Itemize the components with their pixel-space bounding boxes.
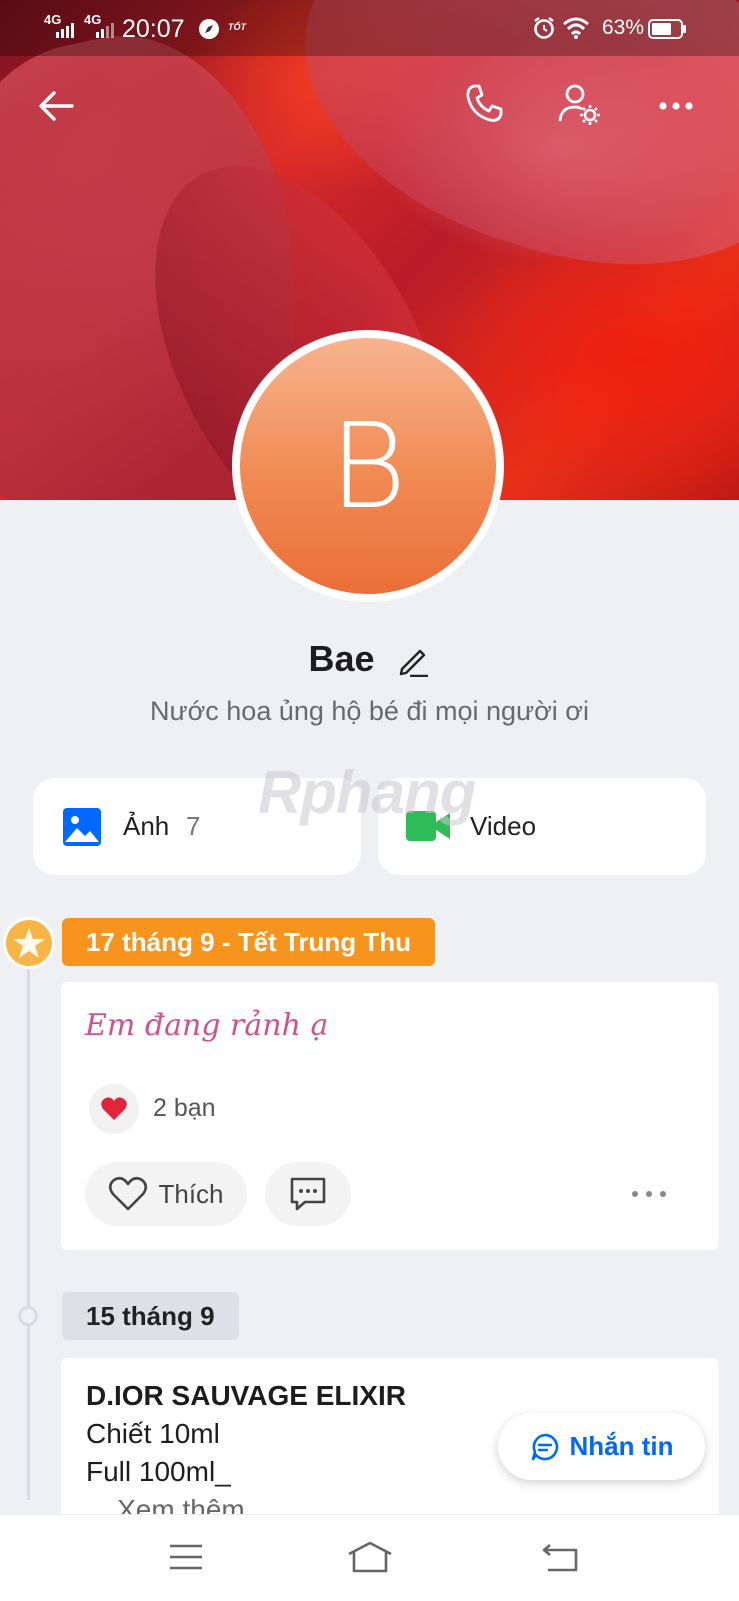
pencil-icon xyxy=(399,650,428,678)
profile-name-row: Bae xyxy=(0,638,739,680)
user-settings-icon xyxy=(558,84,600,125)
date-tag: 15 tháng 9 xyxy=(62,1292,239,1340)
message-button[interactable]: Nhắn tin xyxy=(498,1413,705,1480)
timeline-dot xyxy=(18,1306,38,1326)
more-options-button[interactable] xyxy=(652,82,700,130)
alarm-icon xyxy=(534,17,554,39)
profile-name: Bae xyxy=(308,638,375,679)
reaction-badge[interactable] xyxy=(89,1084,139,1134)
menu-icon xyxy=(170,1544,202,1570)
profile-settings-button[interactable] xyxy=(556,80,604,128)
home-button[interactable] xyxy=(342,1533,398,1581)
photos-count: 7 xyxy=(186,811,201,841)
post-text: Em đang rảnh ạ xyxy=(85,1008,329,1043)
avatar[interactable]: B xyxy=(232,330,504,602)
compass-icon xyxy=(199,19,219,39)
avatar-letter: B xyxy=(240,338,496,594)
post-line: Chiết 10ml xyxy=(86,1418,220,1449)
timeline-line xyxy=(27,940,30,1500)
like-label: Thích xyxy=(158,1178,224,1209)
post-line: Full 100ml_ xyxy=(86,1456,231,1487)
return-icon xyxy=(542,1544,578,1572)
star-icon xyxy=(13,928,45,958)
signal-icon xyxy=(56,23,74,38)
more-horizontal-icon xyxy=(632,1191,666,1197)
message-button-label: Nhắn tin xyxy=(569,1431,674,1461)
heart-outline-icon xyxy=(109,1176,148,1211)
videos-label: Video xyxy=(470,811,537,841)
arrow-left-icon xyxy=(39,91,74,121)
profile-bio: Nước hoa ủng hộ bé đi mọi người ơi xyxy=(150,696,589,726)
carrier-tag: TỐT xyxy=(228,22,246,32)
system-back-button[interactable] xyxy=(534,1533,586,1581)
status-bar: 4G 4G 20:07 TỐT 63% xyxy=(0,0,739,56)
edit-name-button[interactable] xyxy=(395,643,431,679)
phone-icon xyxy=(466,84,503,122)
chat-bubble-icon xyxy=(531,1433,558,1460)
battery-icon xyxy=(648,19,686,39)
battery-percent: 63% xyxy=(602,16,645,39)
back-button[interactable] xyxy=(32,82,80,130)
post-title: D.IOR SAUVAGE ELIXIR xyxy=(86,1380,406,1411)
festival-badge xyxy=(6,920,52,966)
comment-button[interactable] xyxy=(265,1162,351,1226)
post-card[interactable]: Em đang rảnh ạ 2 bạn Thích xyxy=(61,982,719,1250)
reaction-count[interactable]: 2 bạn xyxy=(153,1094,216,1123)
post-more-button[interactable] xyxy=(627,1172,671,1216)
clock: 20:07 xyxy=(122,15,185,43)
image-icon xyxy=(63,808,101,846)
like-button[interactable]: Thích xyxy=(85,1162,247,1226)
system-nav-bar xyxy=(0,1514,739,1601)
more-horizontal-icon xyxy=(659,102,693,110)
comment-icon xyxy=(290,1177,326,1211)
signal-icon xyxy=(96,23,114,38)
watermark: Rphang xyxy=(258,759,476,826)
date-tag: 17 tháng 9 - Tết Trung Thu xyxy=(62,918,435,966)
home-icon xyxy=(348,1541,392,1573)
call-button[interactable] xyxy=(460,80,508,128)
menu-button[interactable] xyxy=(160,1533,212,1581)
heart-icon xyxy=(101,1097,127,1120)
wifi-icon xyxy=(563,17,589,39)
photos-label: Ảnh xyxy=(123,811,170,841)
